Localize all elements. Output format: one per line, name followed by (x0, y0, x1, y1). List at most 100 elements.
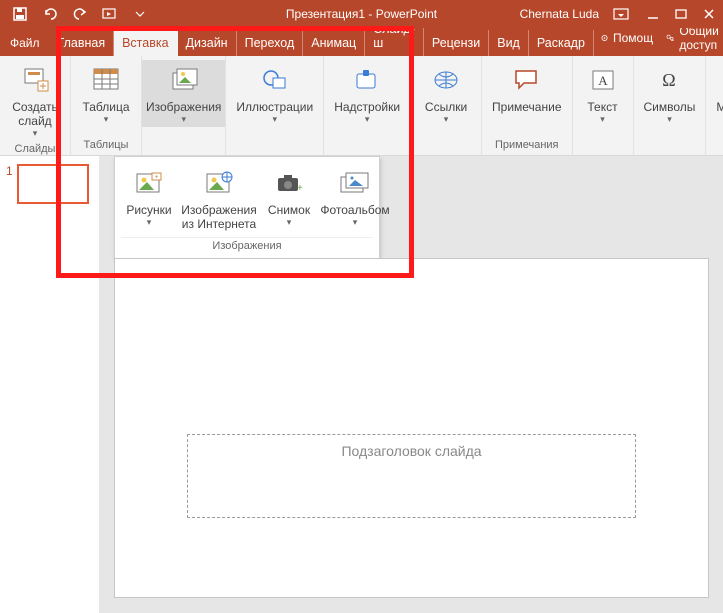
photo-album-icon (335, 165, 375, 201)
popup-group-label: Изображения (121, 237, 373, 254)
user-name: Chernata Luda (516, 7, 603, 21)
ribbon-tabs: Файл Главная Вставка Дизайн Переход Аним… (0, 28, 723, 56)
svg-text:Ω: Ω (663, 70, 676, 90)
picture-file-icon (129, 165, 169, 201)
subtitle-placeholder-text: Подзаголовок слайда (341, 443, 481, 459)
comment-icon (507, 62, 547, 98)
slide-canvas[interactable]: Подзаголовок слайда (114, 258, 709, 598)
group-tables: Таблица ▾ Таблицы (71, 56, 142, 155)
media-button[interactable]: Мультимедиа ▾ (712, 60, 723, 127)
images-button[interactable]: Изображения ▾ (142, 60, 225, 127)
table-icon (86, 62, 126, 98)
undo-icon[interactable] (36, 0, 64, 28)
caret-icon: ▾ (667, 114, 672, 125)
pictures-label: Рисунки (126, 203, 171, 217)
text-button[interactable]: A Текст ▾ (579, 60, 627, 127)
redo-icon[interactable] (66, 0, 94, 28)
caret-icon: ▾ (353, 217, 358, 228)
hyperlink-icon (426, 62, 466, 98)
share-label[interactable]: Общий доступ (679, 24, 723, 52)
caret-icon: ▾ (104, 114, 109, 125)
online-pictures-icon (199, 165, 239, 201)
images-gallery-popup: Рисунки ▾ Изображения из Интернета + Сни… (114, 156, 380, 259)
tell-me-icon[interactable] (600, 31, 609, 45)
photo-album-button[interactable]: Фотоальбом ▾ (319, 163, 391, 233)
slide-thumbnail[interactable] (17, 164, 89, 204)
links-button[interactable]: Ссылки ▾ (417, 60, 475, 127)
group-text: A Текст ▾ . (573, 56, 634, 155)
comment-button[interactable]: Примечание (488, 60, 565, 116)
tab-home[interactable]: Главная (50, 30, 115, 56)
tab-view[interactable]: Вид (489, 30, 529, 56)
group-illustrations: Иллюстрации ▾ . (226, 56, 324, 155)
links-label: Ссылки (425, 100, 467, 114)
addin-icon (347, 62, 387, 98)
caret-icon: ▾ (147, 217, 152, 228)
tab-storyboard[interactable]: Раскадр (529, 30, 594, 56)
group-comments-label: Примечания (495, 137, 559, 153)
group-media: Мультимедиа ▾ . (706, 56, 723, 155)
new-slide-icon (15, 62, 55, 98)
addins-button[interactable]: Надстройки ▾ (330, 60, 404, 127)
caret-icon: ▾ (181, 114, 186, 125)
media-label: Мультимедиа (716, 100, 723, 114)
new-slide-label: Создать слайд (10, 100, 60, 128)
comment-label: Примечание (492, 100, 561, 114)
ribbon: Создать слайд ▾ Слайды Таблица ▾ Таблицы… (0, 56, 723, 156)
addins-label: Надстройки (334, 100, 400, 114)
group-slides: Создать слайд ▾ Слайды (0, 56, 71, 155)
symbols-button[interactable]: Ω Символы ▾ (640, 60, 700, 127)
new-slide-button[interactable]: Создать слайд ▾ (6, 60, 64, 141)
photo-album-label: Фотоальбом (320, 203, 389, 217)
tab-file[interactable]: Файл (0, 30, 50, 56)
group-symbols: Ω Символы ▾ . (634, 56, 707, 155)
textbox-icon: A (583, 62, 623, 98)
caret-icon: ▾ (273, 114, 278, 125)
slide-number: 1 (6, 164, 13, 605)
tab-insert[interactable]: Вставка (114, 30, 177, 56)
group-comments: Примечание Примечания (482, 56, 572, 155)
screenshot-label: Снимок (268, 203, 310, 217)
screenshot-button[interactable]: + Снимок ▾ (261, 163, 317, 233)
caret-icon: ▾ (600, 114, 605, 125)
illustrations-label: Иллюстрации (236, 100, 313, 114)
share-icon[interactable] (666, 31, 675, 45)
tab-animations[interactable]: Анимац (303, 30, 365, 56)
quick-access-toolbar (0, 0, 160, 28)
symbols-label: Символы (644, 100, 696, 114)
content-area: 1 Рисунки ▾ Изображения из Интернета + С… (0, 156, 723, 613)
group-addins: Надстройки ▾ . (324, 56, 411, 155)
caret-icon: ▾ (365, 114, 370, 125)
close-icon[interactable] (695, 0, 723, 28)
caret-icon: ▾ (33, 128, 38, 139)
tab-design[interactable]: Дизайн (178, 30, 237, 56)
group-tables-label: Таблицы (84, 137, 129, 153)
camera-icon: + (269, 165, 309, 201)
subtitle-placeholder[interactable]: Подзаголовок слайда (187, 434, 636, 518)
pictures-icon (164, 62, 204, 98)
start-from-beginning-icon[interactable] (96, 0, 124, 28)
maximize-icon[interactable] (667, 0, 695, 28)
online-pictures-label: Изображения из Интернета (181, 203, 256, 231)
group-images: Изображения ▾ Изображения (142, 56, 226, 155)
tab-review[interactable]: Рецензи (424, 30, 489, 56)
qat-customize-icon[interactable] (126, 0, 154, 28)
title-bar: Презентация1 - PowerPoint Chernata Luda (0, 0, 723, 28)
group-links: Ссылки ▾ . (411, 56, 482, 155)
symbol-icon: Ω (649, 62, 689, 98)
save-icon[interactable] (6, 0, 34, 28)
slide-editor: Рисунки ▾ Изображения из Интернета + Сни… (100, 156, 723, 613)
tab-transitions[interactable]: Переход (237, 30, 304, 56)
caret-icon: ▾ (444, 114, 449, 125)
tell-me-label[interactable]: Помощ (613, 31, 653, 45)
shapes-icon (255, 62, 295, 98)
illustrations-button[interactable]: Иллюстрации ▾ (232, 60, 317, 127)
table-label: Таблица (82, 100, 129, 114)
ribbon-display-options-icon[interactable] (607, 0, 635, 28)
svg-text:+: + (297, 183, 303, 194)
minimize-icon[interactable] (639, 0, 667, 28)
caret-icon: ▾ (287, 217, 292, 228)
online-pictures-button[interactable]: Изображения из Интернета (179, 163, 259, 233)
table-button[interactable]: Таблица ▾ (77, 60, 135, 127)
pictures-button[interactable]: Рисунки ▾ (121, 163, 177, 233)
